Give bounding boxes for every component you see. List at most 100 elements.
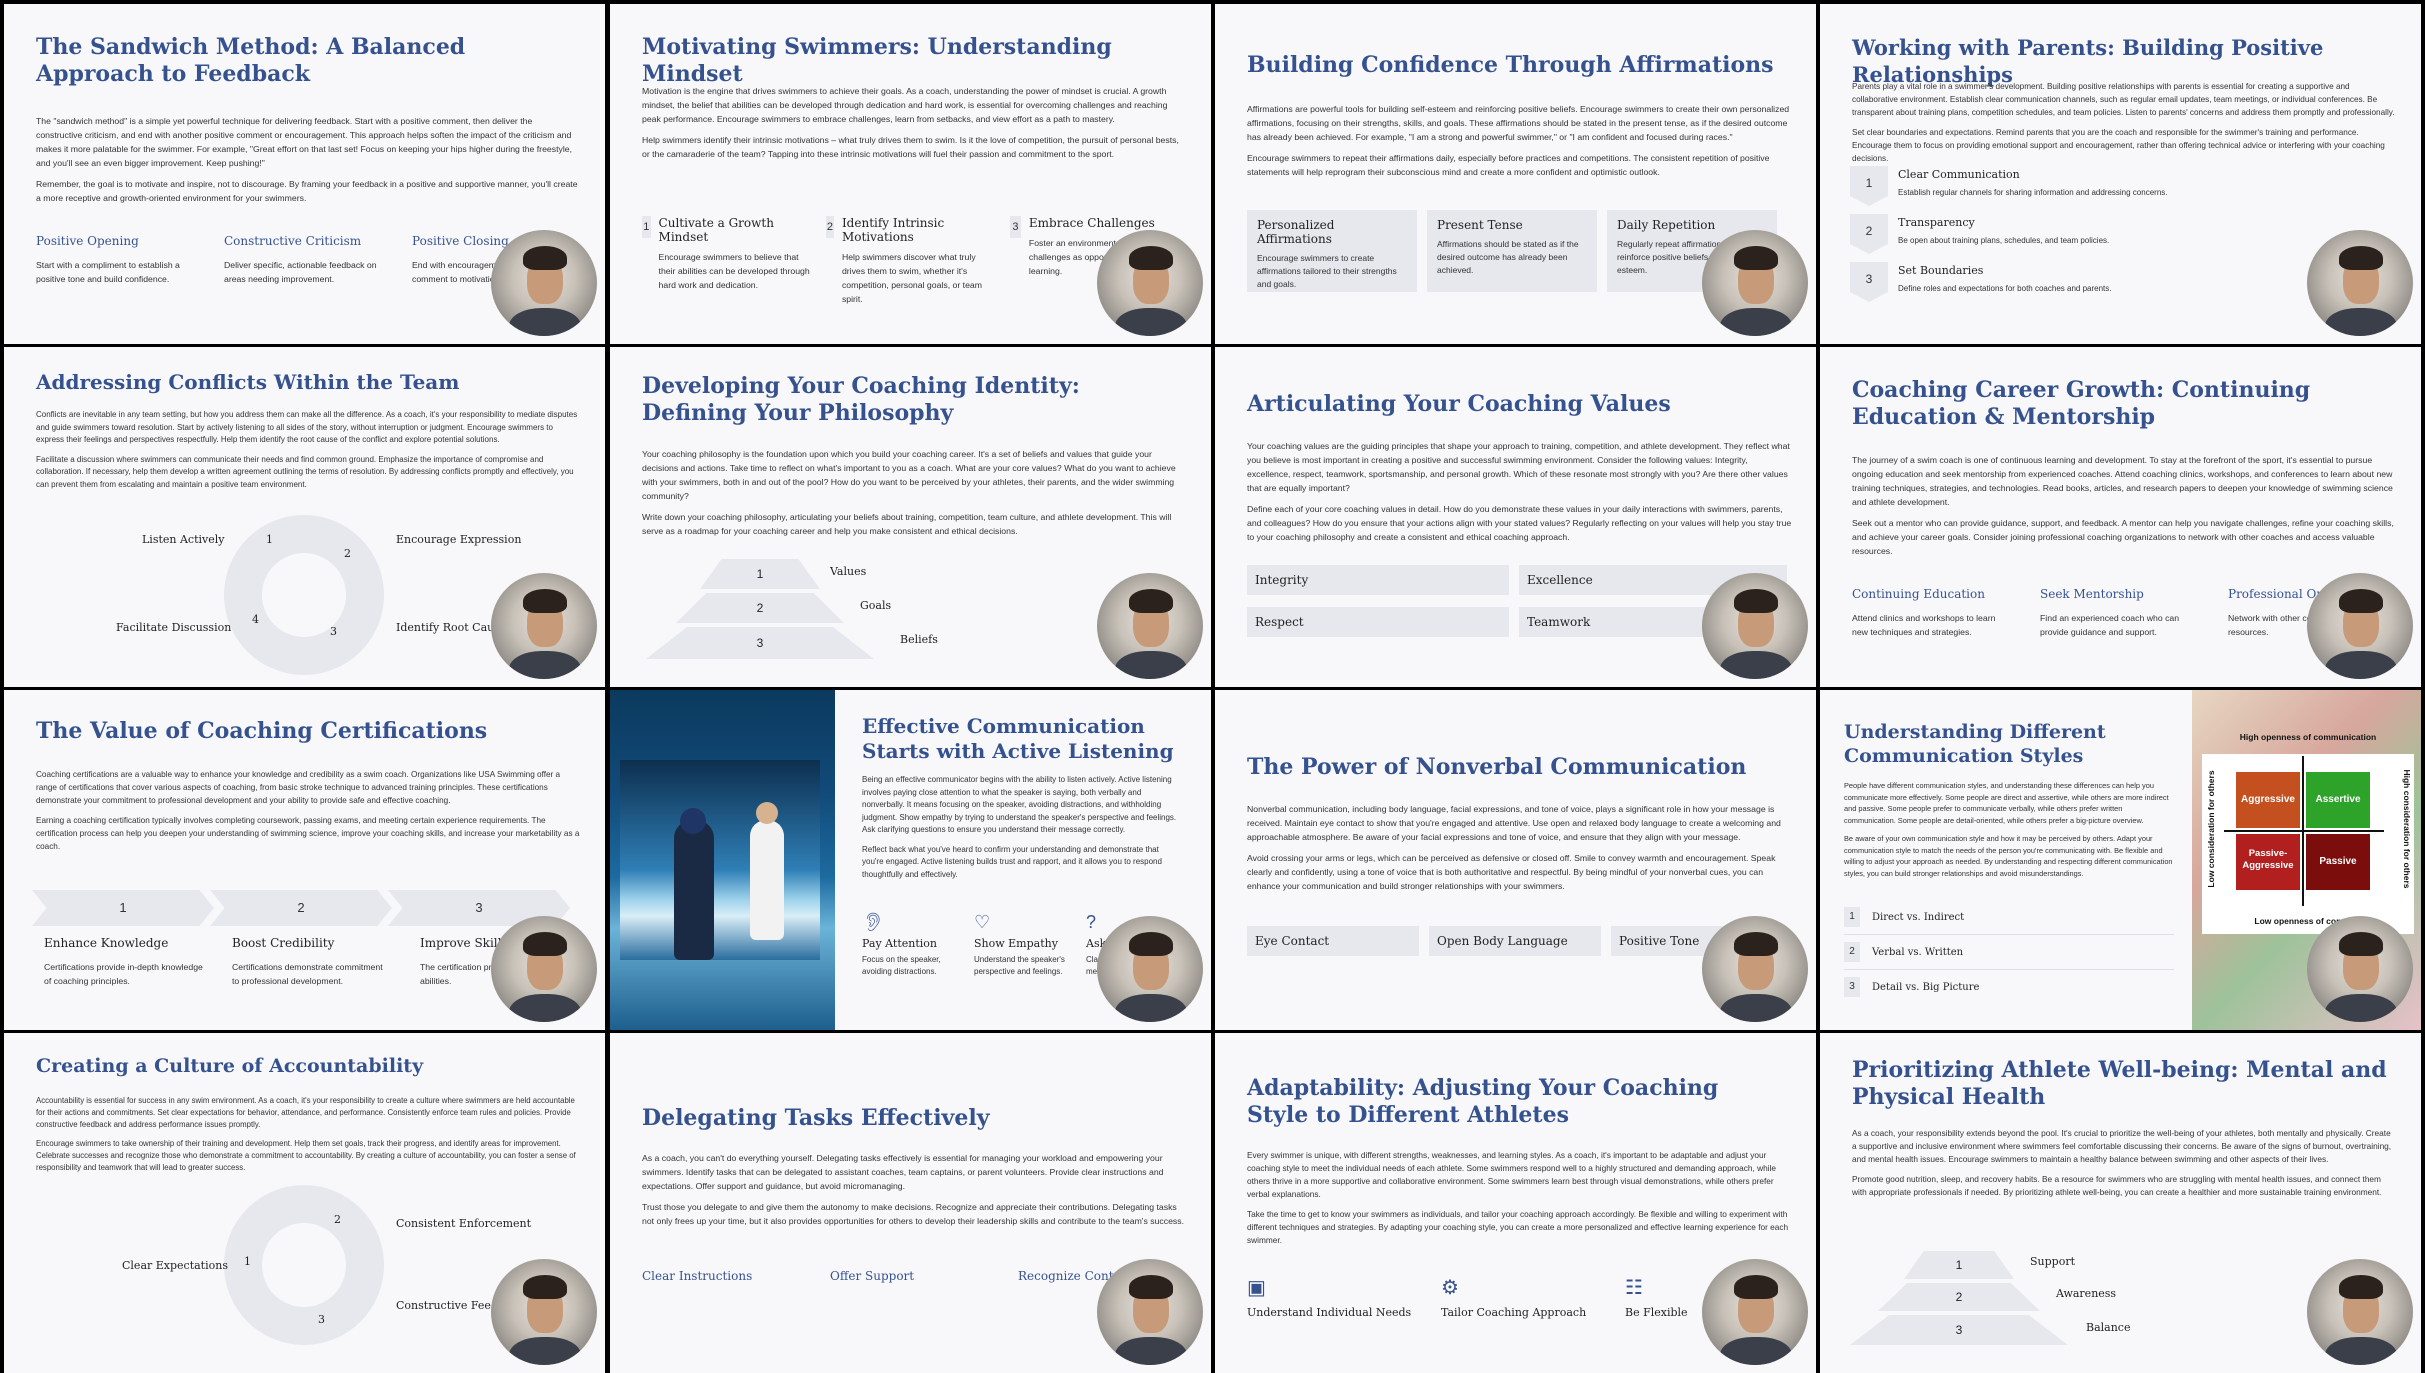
pyramid-label: Values <box>830 565 867 578</box>
info-card: Personalized Affirmations Encourage swimm… <box>1247 210 1417 292</box>
cycle-label: Consistent Enforcement <box>396 1217 532 1230</box>
slide-certifications[interactable]: The Value of Coaching Certifications Coa… <box>4 690 605 1030</box>
slide-body: Conflicts are inevitable in any team set… <box>36 409 581 498</box>
slide-athlete-wellbeing[interactable]: Prioritizing Athlete Well-being: Mental … <box>1820 1033 2421 1373</box>
value-tag: Integrity <box>1247 565 1509 595</box>
slide-body: As a coach, your responsibility extends … <box>1852 1127 2397 1206</box>
card-text: Encourage swimmers to create affirmation… <box>1257 253 1397 289</box>
paragraph: The journey of a swim coach is one of co… <box>1852 455 2393 507</box>
feature-column: Enhance Knowledge Certifications provide … <box>44 936 204 988</box>
slide-career-growth[interactable]: Coaching Career Growth: Continuing Educa… <box>1820 347 2421 687</box>
item-heading: Cultivate a Growth Mindset <box>658 216 774 244</box>
slide-body: Accountability is essential for success … <box>36 1095 581 1181</box>
paragraph: Write down your coaching philosophy, art… <box>642 512 1172 536</box>
item-number: 3 <box>1010 216 1021 238</box>
slide-addressing-conflicts[interactable]: Addressing Conflicts Within the Team Con… <box>4 347 605 687</box>
column-heading: Seek Mentorship <box>2040 587 2144 601</box>
slide-communication-styles[interactable]: Understanding Different Communication St… <box>1820 690 2421 1030</box>
slide-affirmations[interactable]: Building Confidence Through Affirmations… <box>1215 4 1816 344</box>
column-heading: Clear Instructions <box>642 1269 753 1283</box>
paragraph: As a coach, you can't do everything your… <box>642 1153 1164 1191</box>
slide-title: The Sandwich Method: A Balanced Approach… <box>36 34 466 87</box>
paragraph: Encourage swimmers to take ownership of … <box>36 1139 576 1172</box>
item-number: 2 <box>1844 942 1860 962</box>
slide-body: Nonverbal communication, including body … <box>1247 802 1792 900</box>
slide-body: Every swimmer is unique, with different … <box>1247 1149 1792 1254</box>
step-text: Define roles and expectations for both c… <box>1898 284 2112 293</box>
process-chevron: 1 <box>32 890 214 926</box>
slide-body: As a coach, you can't do everything your… <box>642 1151 1187 1235</box>
pyramid-tier: 1 <box>700 559 820 589</box>
paragraph: Trust those you delegate to and give the… <box>642 1202 1185 1226</box>
slide-title: Addressing Conflicts Within the Team <box>36 370 460 394</box>
slide-working-with-parents[interactable]: Working with Parents: Building Positive … <box>1820 4 2421 344</box>
paragraph: Your coaching values are the guiding pri… <box>1247 441 1790 493</box>
cycle-diagram <box>224 515 384 675</box>
numbered-item: 1 Cultivate a Growth Mindset Encourage sw… <box>642 216 812 306</box>
cycle-number: 1 <box>244 1255 251 1268</box>
feature-column: Positive Opening Start with a compliment … <box>36 234 196 286</box>
slide-title: Understanding Different Communication St… <box>1844 721 2106 767</box>
cycle-number: 3 <box>330 625 337 638</box>
cycle-number: 2 <box>334 1213 341 1226</box>
slide-title: Prioritizing Athlete Well-being: Mental … <box>1852 1057 2387 1110</box>
slide-sandwich-method[interactable]: The Sandwich Method: A Balanced Approach… <box>4 4 605 344</box>
pyramid-tier: 3 <box>1850 1315 2068 1345</box>
cycle-number: 2 <box>344 547 351 560</box>
paragraph: Nonverbal communication, including body … <box>1247 804 1781 842</box>
presenter-webcam <box>1097 230 1203 336</box>
slide-body: Affirmations are powerful tools for buil… <box>1247 102 1792 186</box>
slide-title: Motivating Swimmers: Understanding Minds… <box>642 34 1112 87</box>
feature-column: Constructive Criticism Deliver specific, … <box>224 234 384 286</box>
feature-item: ▣ Understand Individual Needs <box>1247 1275 1417 1329</box>
presenter-webcam <box>1702 230 1808 336</box>
paragraph: Conflicts are inevitable in any team set… <box>36 410 578 444</box>
pyramid-label: Awareness <box>2056 1287 2117 1300</box>
item-text: Encourage swimmers to believe that their… <box>658 252 810 290</box>
slide-body: Parents play a vital role in a swimmer's… <box>1852 80 2397 172</box>
item-heading: Understand Individual Needs <box>1247 1306 1412 1319</box>
slide-body: Coaching certifications are a valuable w… <box>36 768 581 860</box>
pyramid-label: Balance <box>2086 1321 2131 1334</box>
info-card: Present Tense Affirmations should be stat… <box>1427 210 1597 292</box>
paragraph: Set clear boundaries and expectations. R… <box>1852 128 2385 163</box>
cycle-label: Clear Expectations <box>122 1259 228 1272</box>
item-number: 2 <box>826 216 834 238</box>
column-heading: Continuing Education <box>1852 587 1985 601</box>
paragraph: Take the time to get to know your swimme… <box>1247 1209 1789 1245</box>
step-marker: 2 <box>1850 214 1888 254</box>
slide-title: Adaptability: Adjusting Your Coaching St… <box>1247 1075 1719 1128</box>
presenter-webcam <box>2307 230 2413 336</box>
slide-active-listening[interactable]: Effective Communication Starts with Acti… <box>610 690 1211 1030</box>
slide-delegating[interactable]: Delegating Tasks Effectively As a coach,… <box>610 1033 1211 1373</box>
matrix-top-label: High openness of communication <box>2239 732 2377 742</box>
feature-item: ⚙ Tailor Coaching Approach <box>1441 1275 1601 1329</box>
item-text: Help swimmers discover what truly drives… <box>841 252 982 304</box>
slide-accountability[interactable]: Creating a Culture of Accountability Acc… <box>4 1033 605 1373</box>
presenter-webcam <box>1702 573 1808 679</box>
item-number: 1 <box>1844 907 1860 927</box>
process-chevron: 2 <box>210 890 392 926</box>
slide-nonverbal[interactable]: The Power of Nonverbal Communication Non… <box>1215 690 1816 1030</box>
slide-body: The "sandwich method" is a simple yet po… <box>36 114 581 212</box>
slide-coaching-values[interactable]: Articulating Your Coaching Values Your c… <box>1215 347 1816 687</box>
slide-motivating-swimmers[interactable]: Motivating Swimmers: Understanding Minds… <box>610 4 1211 344</box>
slide-title: The Value of Coaching Certifications <box>36 718 488 744</box>
slide-coaching-identity[interactable]: Developing Your Coaching Identity: Defin… <box>610 347 1211 687</box>
step-heading: Clear Communication <box>1898 168 2020 181</box>
quadrant-passive-aggressive: Passive-Aggressive <box>2236 834 2300 890</box>
gear-icon: ⚙ <box>1441 1277 1459 1299</box>
presenter-webcam <box>2307 1259 2413 1365</box>
card-heading: Personalized Affirmations <box>1257 218 1335 246</box>
column-heading: Boost Credibility <box>232 936 335 950</box>
presenter-webcam <box>1702 1259 1808 1365</box>
column-heading: Offer Support <box>830 1269 915 1283</box>
column-text: Attend clinics and workshops to learn ne… <box>1852 613 1996 637</box>
slide-adaptability[interactable]: Adaptability: Adjusting Your Coaching St… <box>1215 1033 1816 1373</box>
paragraph: Accountability is essential for success … <box>36 1096 575 1129</box>
step-marker: 3 <box>1850 262 1888 302</box>
swimmers-photo <box>610 690 835 1030</box>
pyramid-label: Support <box>2030 1255 2076 1268</box>
paragraph: Be aware of your own communication style… <box>1844 834 2173 878</box>
presenter-webcam <box>1702 916 1808 1022</box>
